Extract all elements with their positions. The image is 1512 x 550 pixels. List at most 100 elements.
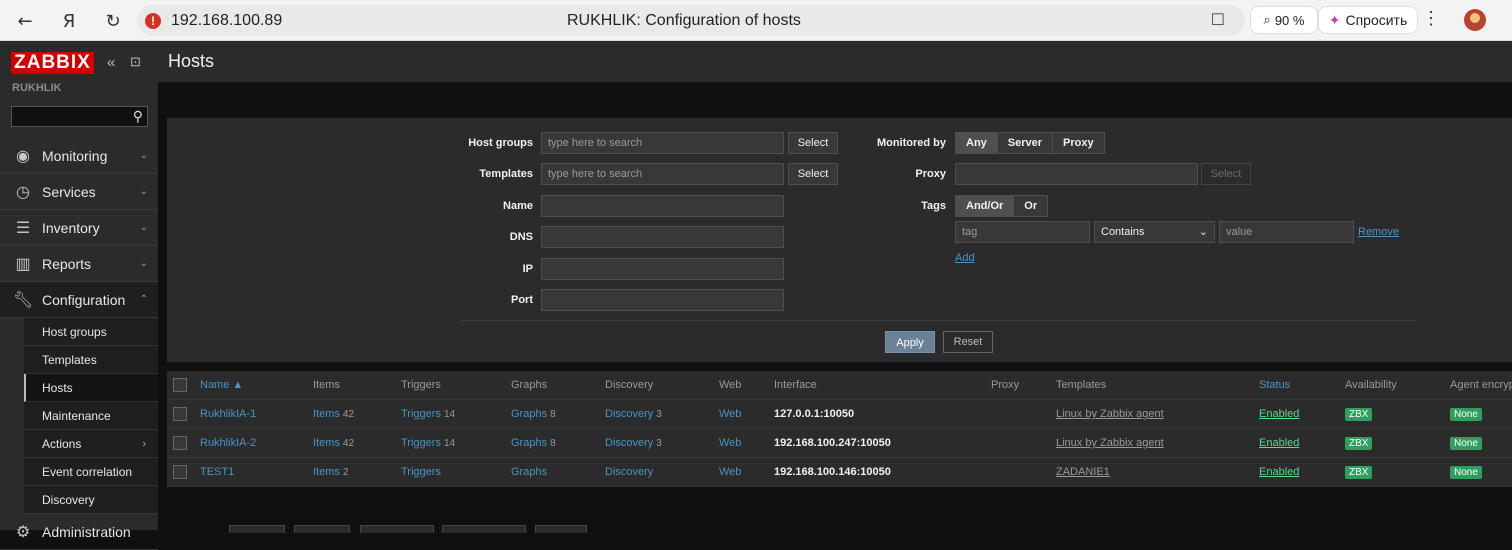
name-label: Name [503, 200, 533, 212]
items-link[interactable]: Items [313, 408, 340, 420]
template-link[interactable]: ZADANIE1 [1056, 466, 1110, 478]
items-cell: Items 2 [313, 466, 348, 478]
dns-field[interactable] [541, 226, 784, 248]
ask-button[interactable]: ✦ Спросить [1318, 6, 1418, 34]
sidebar-search-input[interactable]: ⚲ [11, 106, 148, 127]
tags-or[interactable]: Or [1014, 196, 1048, 216]
host-groups-input[interactable]: type here to search [541, 132, 784, 154]
filter-divider [461, 320, 1417, 321]
mass-action-button[interactable] [294, 525, 350, 533]
menu-administration[interactable]: ⚙ Administration [0, 514, 158, 550]
monitored-by-toggle[interactable]: Any Server Proxy [955, 132, 1105, 154]
mass-action-button[interactable] [535, 525, 587, 533]
submenu-hosts[interactable]: Hosts [24, 374, 158, 402]
mass-action-button[interactable] [360, 525, 434, 533]
templates-input[interactable]: type here to search [541, 163, 784, 185]
reset-button[interactable]: Reset [943, 331, 993, 353]
submenu-maintenance[interactable]: Maintenance [24, 402, 158, 430]
templates-select-button[interactable]: Select [788, 163, 838, 185]
zoom-button[interactable]: ⌕ 90 % [1250, 6, 1318, 34]
web-link[interactable]: Web [719, 408, 741, 420]
host-groups-select-button[interactable]: Select [788, 132, 838, 154]
reload-icon[interactable]: ↻ [100, 8, 126, 34]
discovery-link[interactable]: Discovery [605, 408, 653, 420]
submenu-actions[interactable]: Actions › [24, 430, 158, 458]
tag-input[interactable]: tag [955, 221, 1090, 243]
select-all-checkbox[interactable] [173, 378, 187, 392]
search-icon[interactable]: ⚲ [133, 108, 143, 125]
row-checkbox[interactable] [173, 436, 187, 450]
triggers-link[interactable]: Triggers [401, 437, 441, 449]
items-count: 2 [342, 467, 349, 478]
graphs-link[interactable]: Graphs [511, 466, 547, 478]
submenu-host-groups[interactable]: Host groups [24, 318, 158, 346]
triggers-count: 14 [443, 438, 456, 449]
back-arrow-icon[interactable]: ← [12, 8, 38, 34]
tags-evaltype-toggle[interactable]: And/Or Or [955, 195, 1049, 217]
collapse-sidebar-icon[interactable]: « [107, 54, 115, 71]
proxy-select-button[interactable]: Select [1201, 163, 1251, 185]
row-checkbox[interactable] [173, 465, 187, 479]
graphs-link[interactable]: Graphs [511, 408, 547, 420]
remove-tag-link[interactable]: Remove [1358, 226, 1399, 238]
row-checkbox[interactable] [173, 407, 187, 421]
tag-operator-select[interactable]: Contains ⌄ [1094, 221, 1215, 243]
ip-field[interactable] [541, 258, 784, 280]
triggers-link[interactable]: Triggers [401, 466, 441, 478]
address-bar[interactable]: ! 192.168.100.89 RUKHLIK: Configuration … [137, 5, 1245, 36]
host-name-link[interactable]: RukhlikIA-1 [200, 408, 256, 420]
monitored-by-server[interactable]: Server [997, 133, 1054, 153]
discovery-link[interactable]: Discovery [605, 437, 653, 449]
graphs-count: 8 [550, 409, 556, 420]
avatar[interactable] [1464, 9, 1486, 31]
more-menu-icon[interactable]: ⋮ [1422, 8, 1440, 29]
name-field[interactable] [541, 195, 784, 217]
yandex-logo-icon[interactable]: Я [56, 8, 82, 34]
col-triggers: Triggers [401, 379, 441, 391]
apply-button[interactable]: Apply [885, 331, 935, 353]
monitored-by-proxy[interactable]: Proxy [1053, 133, 1104, 153]
template-link[interactable]: Linux by Zabbix agent [1056, 408, 1164, 420]
bookmark-icon[interactable]: ☐ [1211, 10, 1225, 30]
status-toggle[interactable]: Enabled [1259, 408, 1299, 420]
menu-services[interactable]: ◷ Services ⌄ [0, 174, 158, 210]
eye-icon: ◉ [16, 147, 30, 165]
menu-monitoring[interactable]: ◉ Monitoring ⌄ [0, 138, 158, 174]
menu-inventory[interactable]: ☰ Inventory ⌄ [0, 210, 158, 246]
discovery-link[interactable]: Discovery [605, 466, 653, 478]
submenu-event-correlation[interactable]: Event correlation [24, 458, 158, 486]
items-count: 42 [342, 438, 355, 449]
mass-action-button[interactable] [229, 525, 285, 533]
zabbix-logo[interactable]: ZABBIX [11, 52, 94, 74]
template-link[interactable]: Linux by Zabbix agent [1056, 437, 1164, 449]
submenu-discovery[interactable]: Discovery [24, 486, 158, 514]
status-toggle[interactable]: Enabled [1259, 466, 1299, 478]
monitored-by-any[interactable]: Any [956, 133, 998, 153]
col-status[interactable]: Status [1259, 379, 1290, 391]
tag-value-input[interactable]: value [1219, 221, 1354, 243]
status-toggle[interactable]: Enabled [1259, 437, 1299, 449]
availability-badge: ZBX [1345, 408, 1373, 421]
tags-label: Tags [921, 200, 946, 212]
triggers-link[interactable]: Triggers [401, 408, 441, 420]
web-link[interactable]: Web [719, 466, 741, 478]
host-name-link[interactable]: TEST1 [200, 466, 234, 478]
web-link[interactable]: Web [719, 437, 741, 449]
add-tag-link[interactable]: Add [955, 252, 975, 264]
menu-configuration[interactable]: 🔧︎ Configuration ⌃ [0, 282, 158, 318]
submenu-templates[interactable]: Templates [24, 346, 158, 374]
items-link[interactable]: Items [313, 466, 340, 478]
mass-action-button[interactable] [442, 525, 526, 533]
chevron-down-icon: ⌄ [139, 258, 148, 269]
items-link[interactable]: Items [313, 437, 340, 449]
host-name-link[interactable]: RukhlikIA-2 [200, 437, 256, 449]
proxy-input[interactable] [955, 163, 1198, 185]
hosts-table: Name ▲ Items Triggers Graphs Discovery W… [167, 371, 1512, 487]
graphs-link[interactable]: Graphs [511, 437, 547, 449]
col-proxy: Proxy [991, 379, 1020, 391]
menu-reports[interactable]: ▥ Reports ⌄ [0, 246, 158, 282]
kiosk-mode-icon[interactable]: ⊡ [130, 54, 141, 70]
port-field[interactable] [541, 289, 784, 311]
tags-and-or[interactable]: And/Or [956, 196, 1015, 216]
col-name[interactable]: Name ▲ [200, 379, 243, 391]
